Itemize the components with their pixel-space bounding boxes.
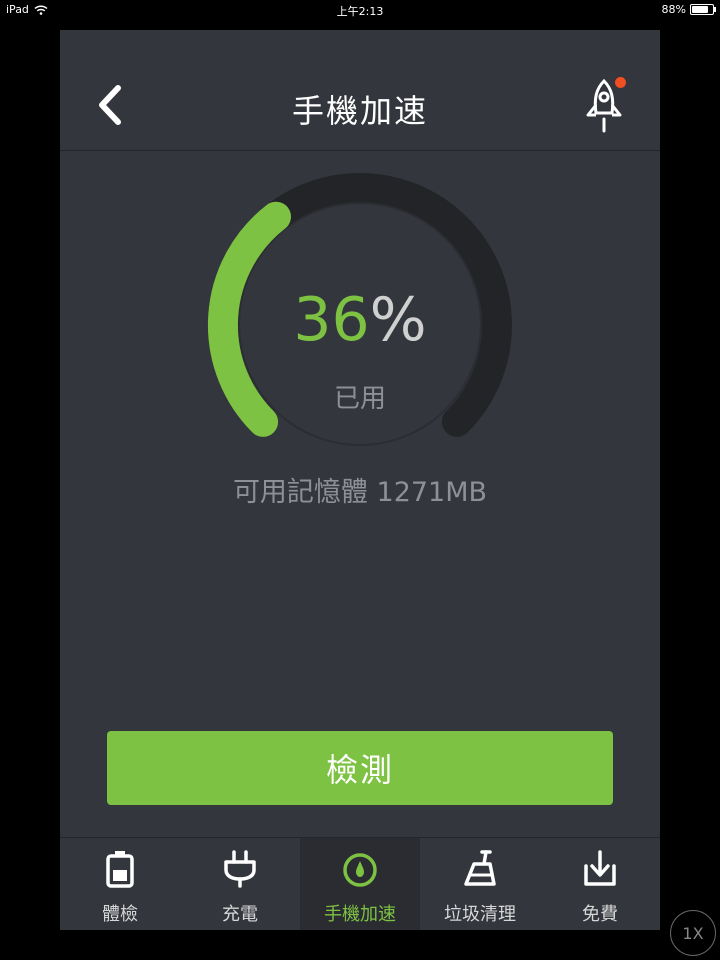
usage-percent-symbol: % — [369, 285, 427, 355]
tab-free[interactable]: 免費 — [540, 838, 660, 930]
tab-label: 充電 — [222, 904, 258, 925]
tab-charge[interactable]: 充電 — [180, 838, 300, 930]
status-right: 88% — [661, 3, 716, 16]
battery-icon — [106, 851, 134, 888]
available-memory: 可用記憶體 1271MB — [232, 477, 488, 508]
battery-percent: 88% — [661, 3, 686, 16]
tab-speedup[interactable]: 手機加速 — [300, 838, 420, 930]
download-icon — [584, 850, 616, 886]
usage-label: 已用 — [333, 384, 386, 414]
usage-percent: 36% — [60, 285, 660, 355]
speed-badge[interactable]: 1X — [670, 910, 716, 956]
tab-cleanup[interactable]: 垃圾清理 — [420, 838, 540, 930]
speedometer-icon — [343, 853, 377, 887]
tab-checkup[interactable]: 體檢 — [60, 838, 180, 930]
page-title: 手機加速 — [291, 92, 428, 130]
battery-icon — [690, 4, 716, 15]
tab-label: 手機加速 — [324, 904, 396, 925]
header: 手機加速 — [60, 30, 660, 151]
plug-icon — [224, 850, 256, 888]
rocket-button[interactable] — [580, 75, 630, 140]
tab-label: 體檢 — [102, 904, 138, 925]
tab-label: 免費 — [582, 904, 618, 925]
tab-label: 垃圾清理 — [444, 904, 516, 925]
status-bar: iPad 上午2:13 88% — [0, 0, 720, 20]
broom-icon — [464, 850, 496, 886]
scan-button[interactable]: 檢測 — [107, 731, 613, 805]
status-time: 上午2:13 — [336, 5, 384, 18]
app-window: 手機加速 36% 已用 可用記憶體 1271MB 檢測 體檢 充電 手機加速 垃… — [60, 30, 660, 930]
usage-percent-value: 36 — [293, 285, 370, 355]
tab-bar: 體檢 充電 手機加速 垃圾清理 免費 — [60, 837, 660, 930]
notification-dot — [615, 77, 626, 88]
